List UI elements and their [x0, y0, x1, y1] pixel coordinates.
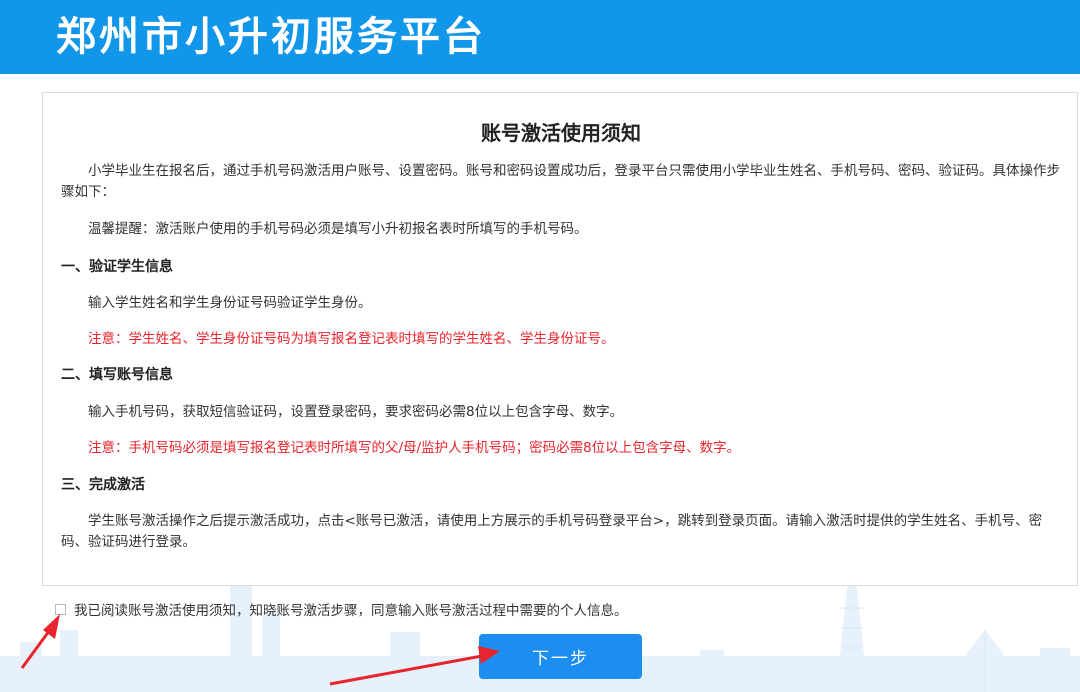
section-text: 输入手机号码，获取短信验证码，设置登录密码，要求密码必需8位以上包含字母、数字。	[88, 404, 624, 420]
agreement-row[interactable]: 我已阅读账号激活使用须知，知晓账号激活步骤，同意输入账号激活过程中需要的个人信息…	[55, 598, 628, 620]
section-text: 学生账号激活操作之后提示激活成功，点击<账号已激活，请使用上方展示的手机号码登录…	[61, 513, 1043, 550]
agreement-checkbox[interactable]	[55, 603, 66, 615]
notice-panel: 账号激活使用须知 小学毕业生在报名后，通过手机号码激活用户账号、设置密码。账号和…	[42, 92, 1078, 586]
section-warning-note: 注意：手机号码必须是填写报名登记表时所填写的父/母/监护人手机号码；密码必需8位…	[88, 440, 741, 456]
section-text: 输入学生姓名和学生身份证号码验证学生身份。	[88, 295, 372, 311]
notice-title: 账号激活使用须知	[481, 121, 641, 145]
section-heading: 二、填写账号信息	[61, 367, 173, 383]
notice-intro: 小学毕业生在报名后，通过手机号码激活用户账号、设置密码。账号和密码设置成功后，登…	[61, 163, 1060, 200]
header-bar: 郑州市小升初服务平台	[0, 0, 1080, 74]
agreement-label[interactable]: 我已阅读账号激活使用须知，知晓账号激活步骤，同意输入账号激活过程中需要的个人信息…	[74, 599, 628, 619]
section-warning-note: 注意：学生姓名、学生身份证号码为填写报名登记表时填写的学生姓名、学生身份证号。	[88, 331, 615, 347]
notice-reminder: 温馨提醒：激活账户使用的手机号码必须是填写小升初报名表时所填写的手机号码。	[88, 221, 588, 237]
section-heading: 三、完成激活	[61, 477, 145, 493]
site-title: 郑州市小升初服务平台	[56, 14, 486, 60]
section-heading: 一、验证学生信息	[61, 259, 173, 275]
next-step-button[interactable]: 下一步	[479, 634, 642, 679]
